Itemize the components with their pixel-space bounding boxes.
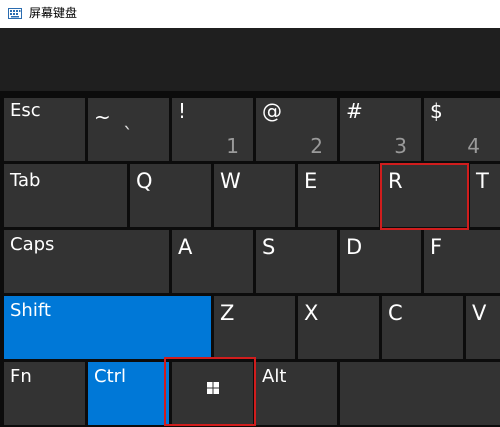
key-fn[interactable]: Fn [4, 362, 85, 425]
key-d[interactable]: D [340, 230, 421, 293]
window-title: 屏幕键盘 [29, 6, 78, 20]
key-label: R [388, 169, 403, 193]
key-ctrl[interactable]: Ctrl [88, 362, 169, 425]
key-c[interactable]: C [382, 296, 463, 359]
key-label: F [430, 235, 443, 259]
key-label: Shift [10, 300, 51, 321]
key-label: C [388, 301, 403, 325]
key-e[interactable]: E [298, 164, 379, 227]
key-tab[interactable]: Tab [4, 164, 127, 227]
key-shift-char: # [346, 99, 363, 123]
key-label: V [472, 301, 487, 325]
key-base-char: 3 [394, 134, 407, 158]
key-label: Ctrl [94, 366, 127, 387]
key-base-char: 4 [467, 134, 480, 158]
key-2[interactable]: @ 2 [256, 98, 337, 161]
key-4[interactable]: $ 4 [424, 98, 500, 161]
key-label: Q [136, 169, 153, 193]
key-a[interactable]: A [172, 230, 253, 293]
key-label: Tab [10, 170, 41, 191]
key-caps[interactable]: Caps [4, 230, 169, 293]
key-q[interactable]: Q [130, 164, 211, 227]
windows-logo-icon [207, 382, 219, 394]
key-esc[interactable]: Esc [4, 98, 85, 161]
key-alt[interactable]: Alt [256, 362, 337, 425]
key-w[interactable]: W [214, 164, 295, 227]
key-label: E [304, 169, 318, 193]
key-label: W [220, 169, 241, 193]
key-label: D [346, 235, 363, 259]
key-label: Fn [10, 366, 32, 387]
key-shift-char: ~ [94, 105, 111, 129]
key-shift-char: $ [430, 99, 443, 123]
key-label: S [262, 235, 276, 259]
keyboard-icon [8, 8, 22, 19]
key-label: A [178, 235, 193, 259]
keyboard-top-strip [0, 28, 500, 91]
key-3[interactable]: # 3 [340, 98, 421, 161]
key-tilde[interactable]: ~ ` [88, 98, 169, 161]
key-f[interactable]: F [424, 230, 500, 293]
key-label: Esc [10, 100, 41, 121]
key-windows[interactable] [172, 362, 253, 425]
key-label: T [476, 169, 489, 193]
key-label: Caps [10, 234, 55, 255]
key-label: Alt [262, 366, 287, 387]
key-r[interactable]: R [382, 164, 467, 227]
key-z[interactable]: Z [214, 296, 295, 359]
on-screen-keyboard-window: 屏幕键盘 Esc ~ ` ! 1 @ 2 # 3 $ 4 Tab Q W E R… [0, 0, 500, 427]
key-x[interactable]: X [298, 296, 379, 359]
key-t[interactable]: T [470, 164, 500, 227]
key-label: Z [220, 301, 235, 325]
key-shift-char: @ [262, 99, 282, 123]
key-label: X [304, 301, 319, 325]
key-s[interactable]: S [256, 230, 337, 293]
key-base-char: 2 [310, 134, 323, 158]
key-base-char: ` [123, 123, 133, 147]
key-1[interactable]: ! 1 [172, 98, 253, 161]
title-bar: 屏幕键盘 [0, 0, 500, 28]
key-shift[interactable]: Shift [4, 296, 211, 359]
key-shift-char: ! [178, 99, 187, 123]
key-space[interactable] [340, 362, 500, 425]
key-v[interactable]: V [466, 296, 500, 359]
key-base-char: 1 [226, 134, 239, 158]
